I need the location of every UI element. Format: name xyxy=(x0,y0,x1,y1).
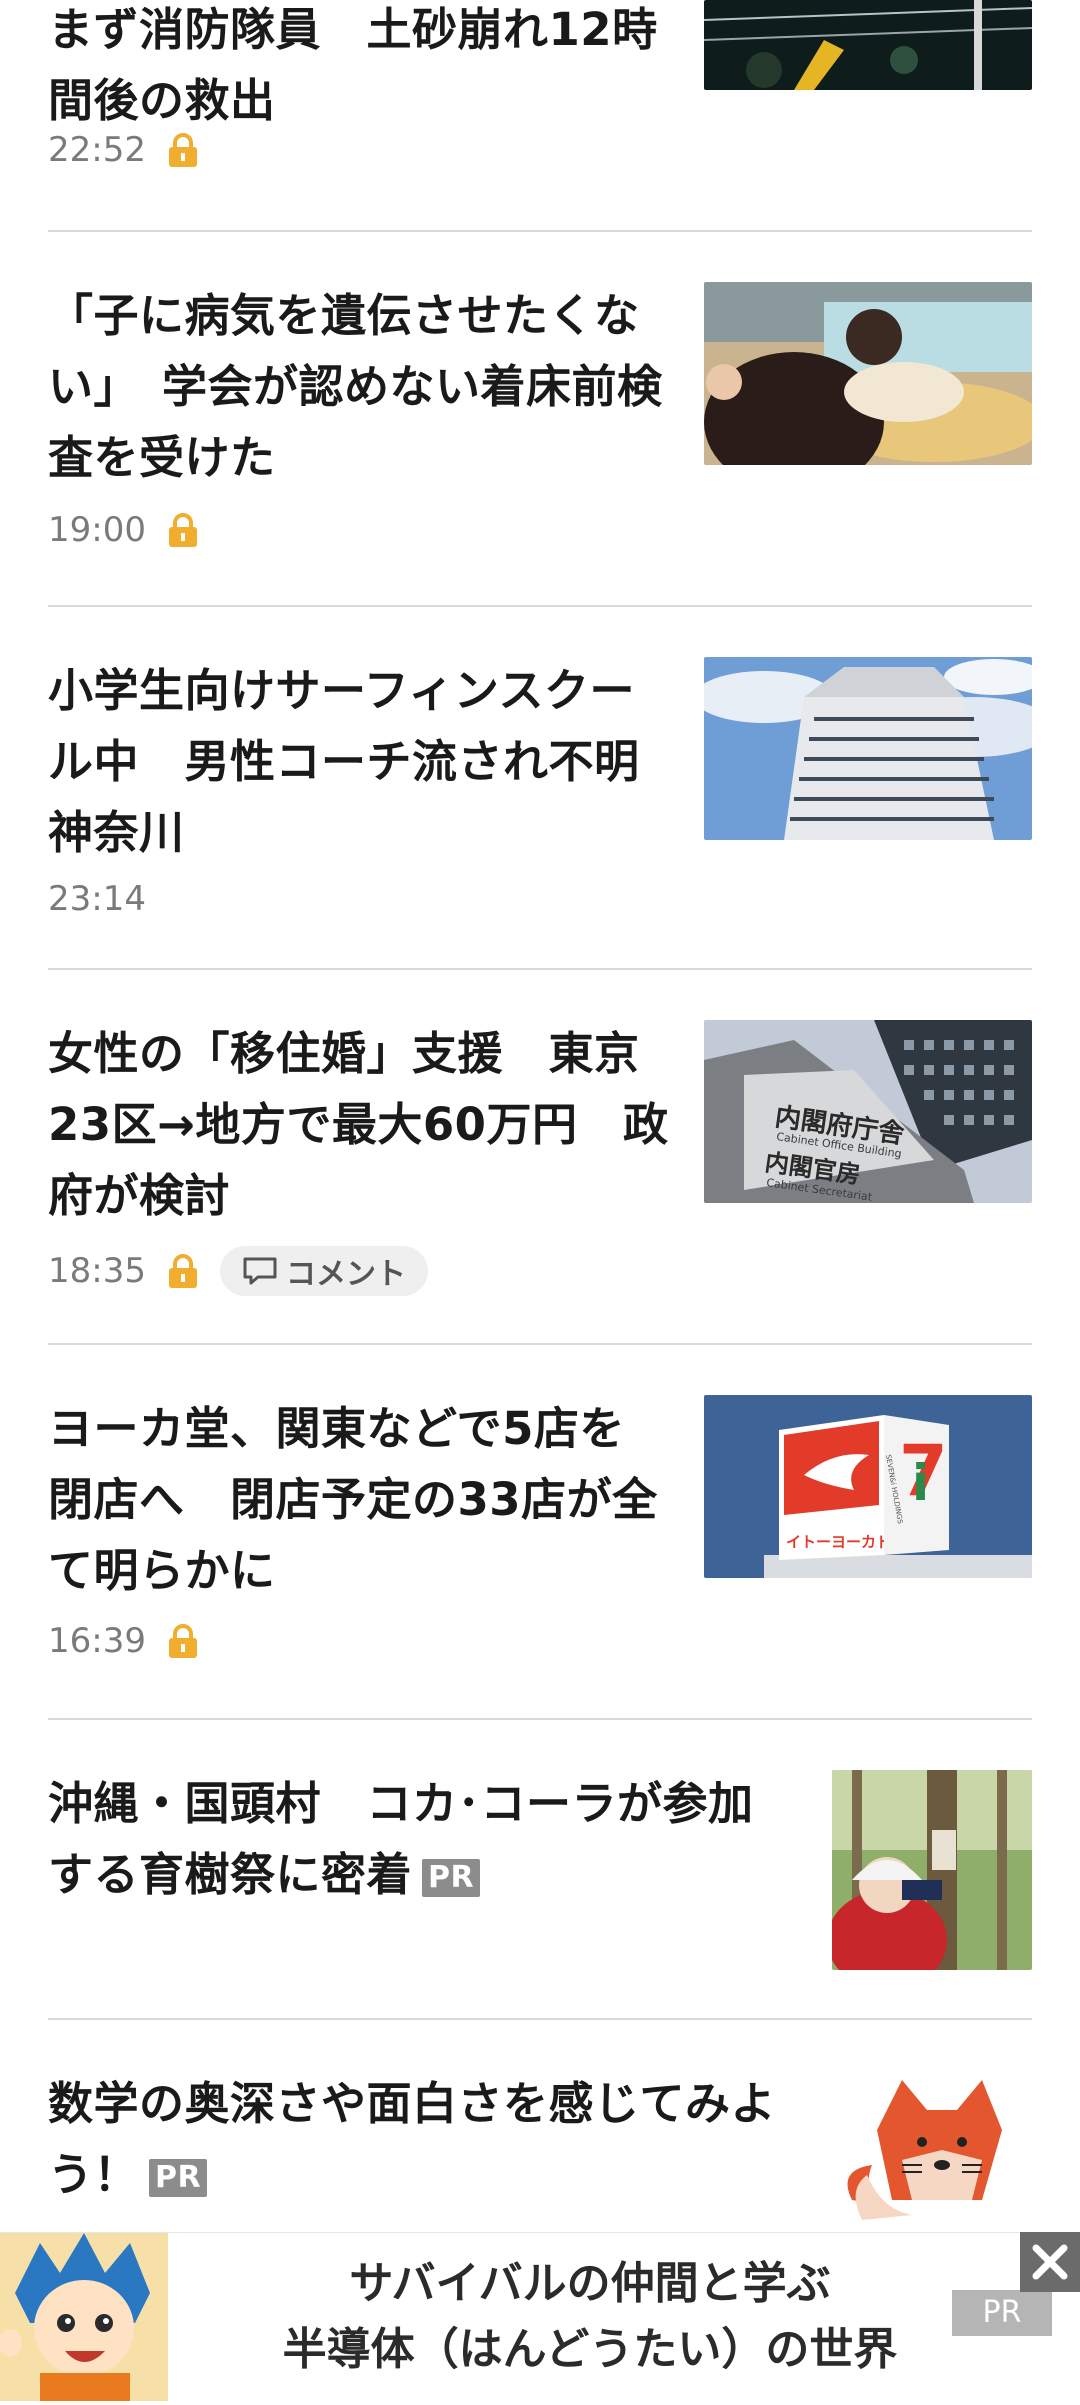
pr-badge: PR xyxy=(422,1859,481,1897)
article-thumbnail[interactable] xyxy=(704,657,1032,840)
ad-close-button[interactable] xyxy=(1020,2232,1080,2292)
divider xyxy=(48,605,1032,607)
ad-banner[interactable]: サバイバルの仲間と学ぶ 半導体（はんどうたい）の世界 xyxy=(0,2232,1080,2401)
article-thumbnail[interactable] xyxy=(832,2070,1032,2232)
title-line: 査を受けた xyxy=(48,431,276,484)
article-time: 18:35 xyxy=(48,1251,146,1291)
article-meta: 16:39 xyxy=(48,1621,200,1661)
article-title[interactable]: ヨーカ堂、関東などで5店を 閉店へ 閉店予定の33店が全 て明らかに xyxy=(48,1393,658,1606)
article-thumbnail[interactable] xyxy=(832,1770,1032,1970)
article-title[interactable]: 数学の奥深さや面白さを感じてみよ う！ PR xyxy=(48,2068,828,2210)
comment-label: コメント xyxy=(285,1257,406,1292)
lock-icon xyxy=(166,132,200,168)
article-time: 19:00 xyxy=(48,510,146,550)
comment-icon xyxy=(243,1257,277,1285)
article-meta: 18:35 コメント xyxy=(48,1246,428,1296)
article-title[interactable]: 沖縄・国頭村 コカ･コーラが参加 する育樹祭に密着 PR xyxy=(48,1768,808,1910)
article-title[interactable]: 女性の「移住婚」支援 東京 23区→地方で最大60万円 政 府が検討 xyxy=(48,1018,668,1231)
title-line: い」 学会が認めない着床前検 xyxy=(48,360,663,413)
title-line: 神奈川 xyxy=(48,806,185,859)
title-line: ル中 男性コーチ流され不明 xyxy=(48,735,640,788)
divider xyxy=(48,1343,1032,1345)
title-line: 23区→地方で最大60万円 政 xyxy=(48,1098,669,1151)
svg-text:i: i xyxy=(912,1454,929,1512)
article-meta: 22:52 xyxy=(48,130,200,170)
title-line: ヨーカ堂、関東などで5店を xyxy=(48,1402,625,1455)
article-meta: 23:14 xyxy=(48,879,146,919)
title-line: 「子に病気を遺伝させたくな xyxy=(48,289,640,342)
divider xyxy=(48,230,1032,232)
divider xyxy=(48,2018,1032,2020)
close-icon xyxy=(1032,2244,1068,2280)
title-line: 沖縄・国頭村 コカ･コーラが参加 xyxy=(48,1777,754,1830)
article-time: 22:52 xyxy=(48,130,146,170)
article-thumbnail[interactable] xyxy=(704,282,1032,465)
article-meta: 19:00 xyxy=(48,510,200,550)
lock-icon xyxy=(166,512,200,548)
title-line: 間後の救出 xyxy=(48,74,276,127)
article-thumbnail[interactable] xyxy=(704,0,1032,90)
article-title[interactable]: まず消防隊員 土砂崩れ12時 間後の救出 xyxy=(48,0,658,136)
title-line: て明らかに xyxy=(48,1544,276,1597)
ad-headline[interactable]: サバイバルの仲間と学ぶ 半導体（はんどうたい）の世界 xyxy=(240,2251,940,2383)
article-thumbnail[interactable]: 内閣府庁舎 Cabinet Office Building 内閣官房 Cabin… xyxy=(704,1020,1032,1203)
article-time: 16:39 xyxy=(48,1621,146,1661)
title-line: する育樹祭に密着 PR xyxy=(48,1839,808,1910)
title-line: う！ PR xyxy=(48,2139,828,2210)
title-line: 女性の「移住婚」支援 東京 xyxy=(48,1027,640,1080)
ad-line: 半導体（はんどうたい）の世界 xyxy=(282,2324,898,2375)
comment-button[interactable]: コメント xyxy=(219,1246,428,1296)
title-line: まず消防隊員 土砂崩れ12時 xyxy=(48,3,658,56)
ad-character-image xyxy=(0,2233,168,2401)
divider xyxy=(48,968,1032,970)
article-title[interactable]: 小学生向けサーフィンスクー ル中 男性コーチ流され不明 神奈川 xyxy=(48,655,640,868)
divider xyxy=(48,1718,1032,1720)
lock-icon xyxy=(166,1623,200,1659)
ad-line: サバイバルの仲間と学ぶ xyxy=(349,2258,831,2309)
pr-badge: PR xyxy=(149,2159,208,2197)
lock-icon xyxy=(166,1253,200,1289)
title-line: 数学の奥深さや面白さを感じてみよ xyxy=(48,2077,777,2130)
ad-pr-label: PR xyxy=(952,2290,1052,2336)
article-time: 23:14 xyxy=(48,879,146,919)
title-line: 府が検討 xyxy=(48,1169,231,1222)
title-line: 小学生向けサーフィンスクー xyxy=(48,664,636,717)
title-line: 閉店へ 閉店予定の33店が全 xyxy=(48,1473,658,1526)
article-thumbnail[interactable]: イトーヨーカドー 7 i SEVEN&i HOLDINGS xyxy=(704,1395,1032,1578)
article-title[interactable]: 「子に病気を遺伝させたくな い」 学会が認めない着床前検 査を受けた xyxy=(48,280,663,493)
